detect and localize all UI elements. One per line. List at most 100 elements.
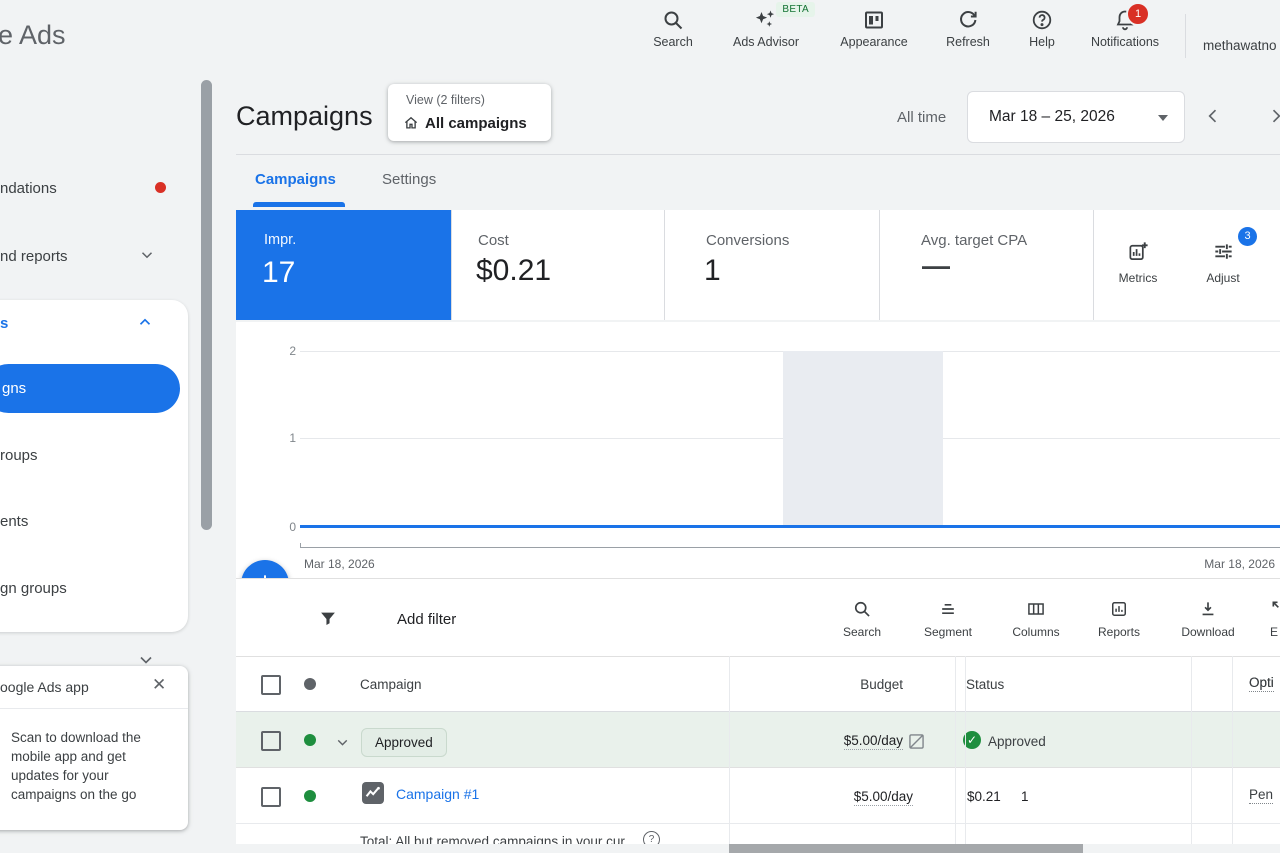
campaign-budget-cell[interactable]: $5.00/day — [763, 789, 913, 804]
refresh-icon — [956, 8, 980, 32]
sidebar-item-campaigns-active[interactable]: gns — [0, 364, 180, 413]
add-filter-button[interactable]: Add filter — [397, 611, 456, 628]
sidebar-item-ad-groups[interactable]: roups — [0, 447, 38, 464]
toolbar-search-label: Search — [820, 625, 904, 639]
reports-icon — [1109, 599, 1129, 619]
topnav-appearance[interactable]: Appearance — [829, 8, 919, 49]
sidebar-item-recommendations[interactable]: ndations — [0, 180, 57, 197]
toolbar-expand-button[interactable]: E — [1256, 599, 1280, 639]
campaign-optimization-value: Pen — [1249, 787, 1273, 804]
x-axis-start-label: Mar 18, 2026 — [304, 557, 375, 571]
view-filters-value: All campaigns — [425, 115, 527, 132]
toolbar-download-button[interactable]: Download — [1166, 599, 1250, 639]
topnav-search[interactable]: Search — [628, 8, 718, 49]
toolbar-segment-button[interactable]: Segment — [906, 599, 990, 639]
scorecard-conversions-value: 1 — [704, 254, 721, 288]
scorecard-impressions[interactable]: Impr. 17 — [236, 210, 451, 320]
topnav-notifications[interactable]: 1 Notifications — [1080, 8, 1170, 49]
metrics-button[interactable]: Metrics — [1106, 240, 1170, 285]
sidebar-item-campaigns-label: gns — [2, 380, 26, 397]
campaign-optimization-cell[interactable]: Pen — [1249, 787, 1273, 802]
scorecard-divider — [451, 210, 452, 320]
scorecard-divider — [879, 210, 880, 320]
promo-card-body: Scan to download the mobile app and get … — [11, 728, 173, 804]
campaign-name-link[interactable]: Campaign #1 — [396, 786, 479, 802]
table-horizontal-scrollbar-thumb[interactable] — [729, 844, 1083, 853]
search-icon — [852, 599, 872, 619]
toolbar-search-button[interactable]: Search — [820, 599, 904, 639]
beta-badge: BETA — [776, 2, 815, 17]
date-range-picker[interactable]: Mar 18 – 25, 2026 — [967, 91, 1185, 143]
view-filters-chip[interactable]: View (2 filters) All campaigns — [388, 84, 551, 141]
date-range-value: Mar 18 – 25, 2026 — [989, 108, 1115, 126]
topnav-help[interactable]: Help — [997, 8, 1087, 49]
scorecard-divider — [664, 210, 665, 320]
topnav-notifications-label: Notifications — [1080, 35, 1170, 49]
mobile-app-promo-card: oogle Ads app ✕ Scan to download the mob… — [0, 666, 188, 830]
topnav-appearance-label: Appearance — [829, 35, 919, 49]
recommendations-alert-dot — [155, 182, 166, 193]
group-budget-cell[interactable]: $5.00/day — [753, 733, 903, 748]
campaign-type-chart-icon — [362, 782, 384, 804]
group-row-checkbox[interactable] — [261, 731, 281, 751]
app-logo[interactable]: e Ads — [0, 20, 66, 51]
download-icon — [1198, 599, 1218, 619]
scorecard-cost-value: $0.21 — [476, 254, 551, 288]
column-header-campaign[interactable]: Campaign — [360, 677, 422, 692]
y-tick-2: 2 — [270, 344, 296, 358]
tab-campaigns[interactable]: Campaigns — [255, 171, 336, 188]
account-name[interactable]: methawatno — [1203, 38, 1277, 53]
scorecard-cost[interactable]: Cost $0.21 — [451, 210, 664, 320]
y-tick-0: 0 — [270, 520, 296, 534]
scorecard-impressions-label: Impr. — [264, 232, 296, 248]
column-header-budget[interactable]: Budget — [753, 677, 903, 692]
table-column-divider-status — [1232, 656, 1233, 844]
scorecard-cost-label: Cost — [478, 232, 509, 249]
chevron-up-icon[interactable] — [136, 313, 154, 331]
tab-settings[interactable]: Settings — [382, 171, 436, 188]
toolbar-download-label: Download — [1166, 625, 1250, 639]
filter-funnel-icon[interactable] — [317, 608, 339, 630]
sidebar-scrollbar[interactable] — [201, 80, 212, 530]
sidebar-item-reports[interactable]: nd reports — [0, 248, 68, 265]
next-period-chevron[interactable] — [1266, 106, 1280, 126]
y-tick-1: 1 — [270, 431, 296, 445]
sidebar-item-campaign-groups[interactable]: gn groups — [0, 580, 67, 597]
sparkle-icon — [754, 8, 778, 32]
chart-highlight-band — [783, 351, 943, 527]
topnav-ads-advisor[interactable]: BETA Ads Advisor — [721, 8, 811, 49]
campaign-row[interactable] — [236, 768, 1280, 824]
caret-down-icon — [1158, 115, 1168, 121]
table-column-divider — [965, 656, 966, 844]
expand-icon — [1270, 599, 1280, 619]
column-header-optimization-label: Opti — [1249, 675, 1274, 692]
topbar: e Ads Search BETA Ads Advisor Appearance… — [0, 0, 1280, 70]
impressions-series-line — [300, 525, 1280, 528]
sidebar-item-assets[interactable]: ents — [0, 513, 28, 530]
toolbar-columns-button[interactable]: Columns — [994, 599, 1078, 639]
select-all-checkbox[interactable] — [261, 675, 281, 695]
sidebar: ndations nd reports s gns roups ents gn … — [0, 70, 216, 853]
home-icon — [402, 114, 420, 132]
toolbar-columns-label: Columns — [994, 625, 1078, 639]
campaign-cost-cell: $0.21 — [967, 789, 1001, 804]
scorecard-avg-target-cpa[interactable]: Avg. target CPA — — [879, 210, 1093, 320]
group-status-cell: Approved — [988, 734, 1046, 749]
group-status-dot-enabled — [304, 734, 316, 746]
adjust-sliders-icon — [1212, 240, 1235, 263]
table-column-divider-campaign — [729, 656, 730, 844]
toolbar-reports-button[interactable]: Reports — [1077, 599, 1161, 639]
campaign-budget-value: $5.00/day — [854, 789, 913, 806]
sidebar-section-campaigns[interactable]: s — [0, 315, 8, 332]
page-title: Campaigns — [236, 101, 373, 132]
group-budget-value: $5.00/day — [844, 733, 903, 750]
column-header-status[interactable]: Status — [966, 677, 1004, 692]
row-expand-chevron-icon[interactable] — [334, 734, 351, 751]
column-header-optimization-text[interactable]: Opti — [1249, 675, 1274, 690]
adjust-button[interactable]: Adjust — [1191, 240, 1255, 285]
campaign-row-checkbox[interactable] — [261, 787, 281, 807]
scorecard-conversions[interactable]: Conversions 1 — [664, 210, 879, 320]
close-icon[interactable]: ✕ — [152, 675, 166, 695]
prev-period-chevron[interactable] — [1203, 106, 1223, 126]
scorecard-divider — [1093, 210, 1094, 320]
